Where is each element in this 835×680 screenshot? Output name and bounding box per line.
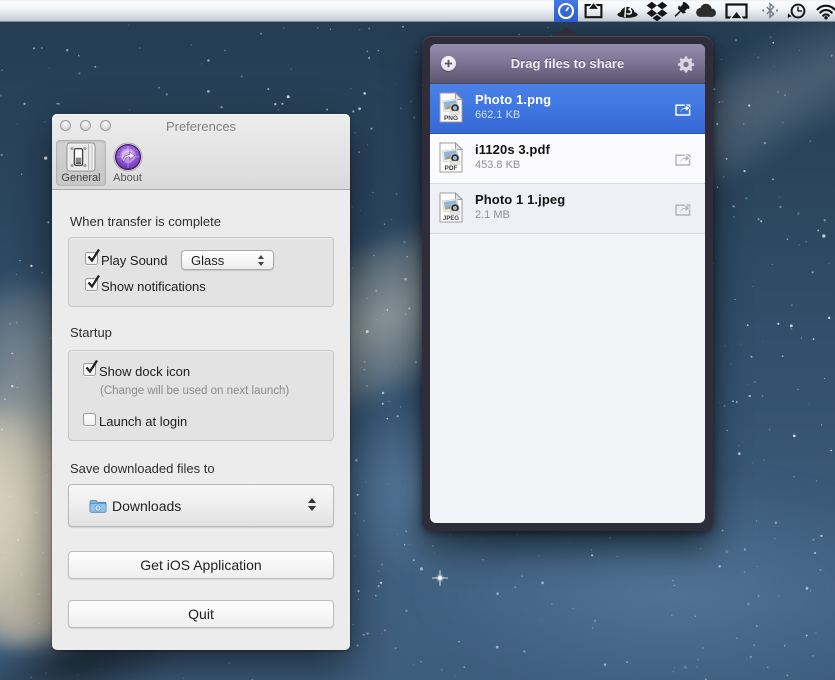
- svg-text:PDF: PDF: [445, 165, 458, 172]
- svg-text:PNG: PNG: [444, 115, 458, 122]
- svg-text:JPEG: JPEG: [443, 216, 459, 222]
